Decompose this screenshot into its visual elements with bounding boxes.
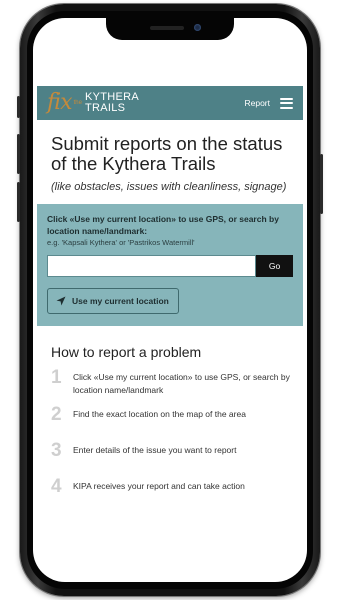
location-search-input[interactable] <box>47 255 256 277</box>
report-nav-link[interactable]: Report <box>244 98 270 108</box>
step-item: 4 KIPA receives your report and can take… <box>51 477 293 505</box>
step-number: 4 <box>51 476 62 497</box>
step-item: 1 Click «Use my current location» to use… <box>51 368 293 397</box>
page-title: Submit reports on the status of the Kyth… <box>51 133 283 174</box>
menu-bar <box>280 102 293 104</box>
notch <box>106 18 234 40</box>
volume-up-button <box>17 134 20 174</box>
page-subtitle: (like obstacles, issues with cleanliness… <box>51 181 287 193</box>
step-item: 2 Find the exact location on the map of … <box>51 405 293 433</box>
power-button <box>320 154 323 214</box>
location-search-panel: Click «Use my current location» to use G… <box>37 204 303 326</box>
device-stage: fix the KYTHERA TRAILS Report Submit rep… <box>0 0 341 600</box>
logo-line-trails: TRAILS <box>84 102 126 114</box>
step-text: KIPA receives your report and can take a… <box>73 481 245 491</box>
phone-screen: fix the KYTHERA TRAILS Report Submit rep… <box>33 18 307 582</box>
logo-the-text: the <box>73 100 82 106</box>
app-header: fix the KYTHERA TRAILS Report <box>37 86 303 120</box>
step-number: 2 <box>51 404 62 425</box>
step-text: Enter details of the issue you want to r… <box>73 445 237 455</box>
how-to-steps: 1 Click «Use my current location» to use… <box>51 368 293 505</box>
location-arrow-icon <box>56 296 66 306</box>
speaker-grille <box>150 26 184 30</box>
phone-frame: fix the KYTHERA TRAILS Report Submit rep… <box>17 4 323 596</box>
front-camera <box>194 24 201 31</box>
step-item: 3 Enter details of the issue you want to… <box>51 441 293 469</box>
logo-fix-text: fix <box>47 90 73 115</box>
search-instructions: Click «Use my current location» to use G… <box>47 214 279 236</box>
mute-switch <box>17 96 20 118</box>
how-to-title: How to report a problem <box>51 344 202 360</box>
search-row: Go <box>47 255 293 277</box>
logo-wordmark: KYTHERA TRAILS <box>85 92 139 114</box>
step-number: 1 <box>51 367 62 388</box>
use-current-location-button[interactable]: Use my current location <box>47 288 179 314</box>
volume-down-button <box>17 182 20 222</box>
step-text: Click «Use my current location» to use G… <box>73 372 290 395</box>
main-content: Submit reports on the status of the Kyth… <box>37 120 303 513</box>
go-button[interactable]: Go <box>256 255 293 277</box>
use-current-location-label: Use my current location <box>72 296 169 306</box>
step-number: 3 <box>51 440 62 461</box>
site-logo[interactable]: fix the KYTHERA TRAILS <box>47 86 139 120</box>
menu-bar <box>280 106 293 109</box>
step-text: Find the exact location on the map of th… <box>73 409 246 419</box>
hamburger-menu-icon[interactable] <box>280 97 293 109</box>
menu-bar <box>280 97 293 100</box>
search-example: e.g. 'Kapsali Kythera' or 'Pastrikos Wat… <box>47 238 195 247</box>
